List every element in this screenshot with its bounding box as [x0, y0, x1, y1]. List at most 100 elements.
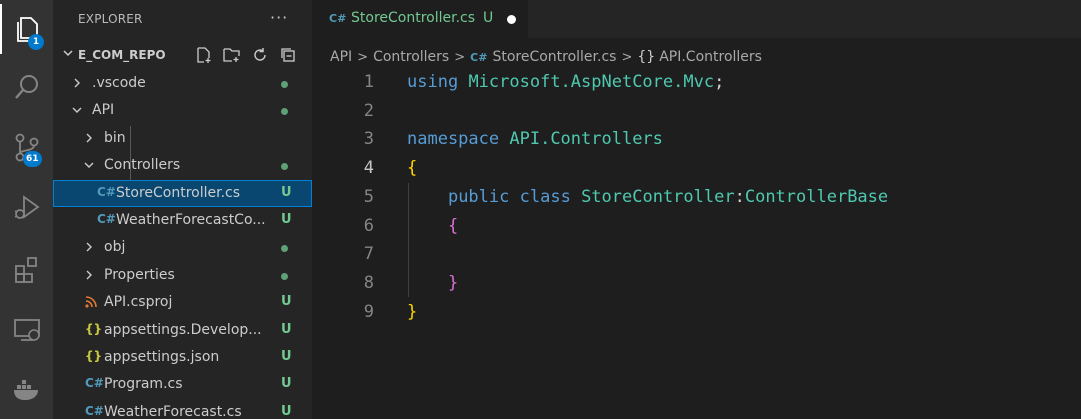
tree-item-label: obj: [104, 239, 126, 256]
tree-item[interactable]: obj: [53, 234, 312, 261]
search-button[interactable]: [0, 62, 53, 112]
breadcrumb-separator-icon: >: [621, 49, 633, 65]
breadcrumb-api[interactable]: API: [330, 49, 352, 65]
source-control-badge: 61: [23, 151, 42, 167]
tree-item[interactable]: C# StoreController.cs U: [53, 179, 312, 207]
breadcrumb-file[interactable]: StoreController.cs: [492, 49, 616, 65]
docker-icon: [13, 380, 38, 400]
new-folder-button[interactable]: [221, 44, 243, 66]
tree-item[interactable]: API.csproj U: [53, 289, 312, 316]
refresh-icon: [254, 48, 266, 61]
git-status-dot-icon: [281, 163, 288, 171]
tree-item-label: WeatherForecast.cs: [104, 403, 242, 419]
section-actions: [193, 44, 299, 66]
code-token: StoreController: [581, 186, 735, 207]
explorer-badge: 1: [28, 34, 44, 50]
tree-item[interactable]: C# WeatherForecastCo... U: [53, 207, 312, 234]
tree-item[interactable]: Properties: [53, 262, 312, 289]
tree-item-label: .vscode: [92, 75, 146, 91]
chevron-down-icon: [84, 162, 94, 169]
tab-bar: C# StoreController.cs U: [312, 0, 1081, 38]
search-icon: [14, 75, 38, 99]
git-status-untracked: U: [281, 376, 292, 392]
git-status-dot-icon: [281, 81, 288, 88]
remote-explorer-icon: [13, 319, 40, 341]
line-number: 7: [363, 244, 374, 265]
code-line[interactable]: }: [407, 273, 458, 293]
git-status-untracked: U: [281, 321, 292, 337]
chevron-right-icon: [74, 78, 80, 88]
collapse-all-button[interactable]: [277, 44, 299, 66]
tree-item-label: Program.cs: [104, 376, 183, 393]
more-actions-button[interactable]: ···: [270, 8, 288, 27]
tree-item[interactable]: Controllers: [53, 152, 312, 179]
code-token: namespace: [407, 129, 500, 150]
code-token: :: [734, 186, 745, 207]
git-status-untracked: U: [281, 184, 292, 200]
tree-item[interactable]: {} appsettings.Develop... U: [53, 317, 312, 344]
chevron-right-icon: [86, 270, 92, 280]
remote-explorer-button[interactable]: [0, 304, 53, 354]
code-line[interactable]: {: [407, 216, 458, 236]
tree-item-label: appsettings.json: [104, 349, 220, 365]
git-status-dot-icon: [281, 272, 288, 280]
code-line[interactable]: {: [407, 158, 417, 178]
docker-button[interactable]: [0, 364, 53, 414]
line-number: 1: [363, 72, 374, 92]
tree-item[interactable]: {} appsettings.json U: [53, 344, 312, 371]
source-control-button[interactable]: 61: [0, 122, 53, 172]
refresh-button[interactable]: [249, 44, 271, 66]
code-token: class: [519, 186, 571, 207]
new-folder-icon: [223, 48, 240, 62]
code-token: {: [447, 215, 459, 236]
chevron-right-icon: [86, 133, 92, 143]
chevron-down-icon: [72, 107, 82, 114]
breadcrumb: API > Controllers > C# StoreController.c…: [312, 38, 1081, 76]
tree-item[interactable]: bin: [53, 125, 312, 152]
rss-icon: [85, 296, 97, 311]
tree-item[interactable]: API: [53, 97, 312, 124]
line-number: 8: [363, 272, 374, 293]
code-line[interactable]: namespace API.Controllers: [407, 129, 663, 149]
csharp-file-icon: C#: [470, 50, 488, 64]
code-token: ;: [714, 72, 725, 92]
run-debug-button[interactable]: [0, 182, 53, 232]
code-line[interactable]: }: [407, 302, 417, 322]
csharp-file-icon: C#: [97, 212, 116, 226]
tab-store-controller[interactable]: C# StoreController.cs U: [312, 0, 528, 38]
json-braces-icon: {}: [85, 321, 103, 336]
breadcrumb-namespace[interactable]: API.Controllers: [659, 49, 762, 65]
tree-item-label: bin: [104, 129, 126, 146]
breadcrumb-controllers[interactable]: Controllers: [373, 49, 449, 65]
collapse-all-icon: [281, 48, 295, 62]
line-number: 5: [363, 186, 374, 207]
tree-item-label: API.csproj: [104, 294, 173, 311]
unsaved-dot-icon[interactable]: [507, 15, 516, 24]
line-number: 4: [363, 158, 374, 179]
chevron-right-icon: [86, 242, 92, 252]
git-status-dot-icon: [281, 245, 288, 253]
tree-item[interactable]: C# Program.cs U: [53, 371, 312, 398]
run-debug-icon: [14, 195, 40, 219]
code-line[interactable]: using Microsoft.AspNetCore.Mvc;: [407, 72, 724, 92]
code-token: using: [407, 72, 459, 92]
new-file-button[interactable]: [193, 44, 215, 66]
code-line[interactable]: public class StoreController:ControllerB…: [407, 187, 888, 207]
activity-bar: 1 61: [0, 0, 53, 419]
tree-item[interactable]: C# WeatherForecast.cs U: [53, 399, 312, 419]
code-token: }: [447, 272, 459, 293]
extensions-button[interactable]: [0, 244, 53, 294]
workspace-section-header[interactable]: E_COM_REPO: [53, 42, 312, 68]
tree-item-label: API: [92, 102, 115, 119]
tree-item[interactable]: .vscode: [53, 70, 312, 97]
git-status-untracked: U: [281, 212, 292, 227]
explorer-sidebar: EXPLORER ··· E_COM_REPO .vscode API bin …: [53, 0, 312, 419]
tab-label: StoreController.cs: [351, 10, 476, 26]
breadcrumb-separator-icon: >: [357, 49, 369, 65]
explorer-button[interactable]: 1: [0, 4, 53, 54]
line-number: 3: [363, 129, 374, 150]
